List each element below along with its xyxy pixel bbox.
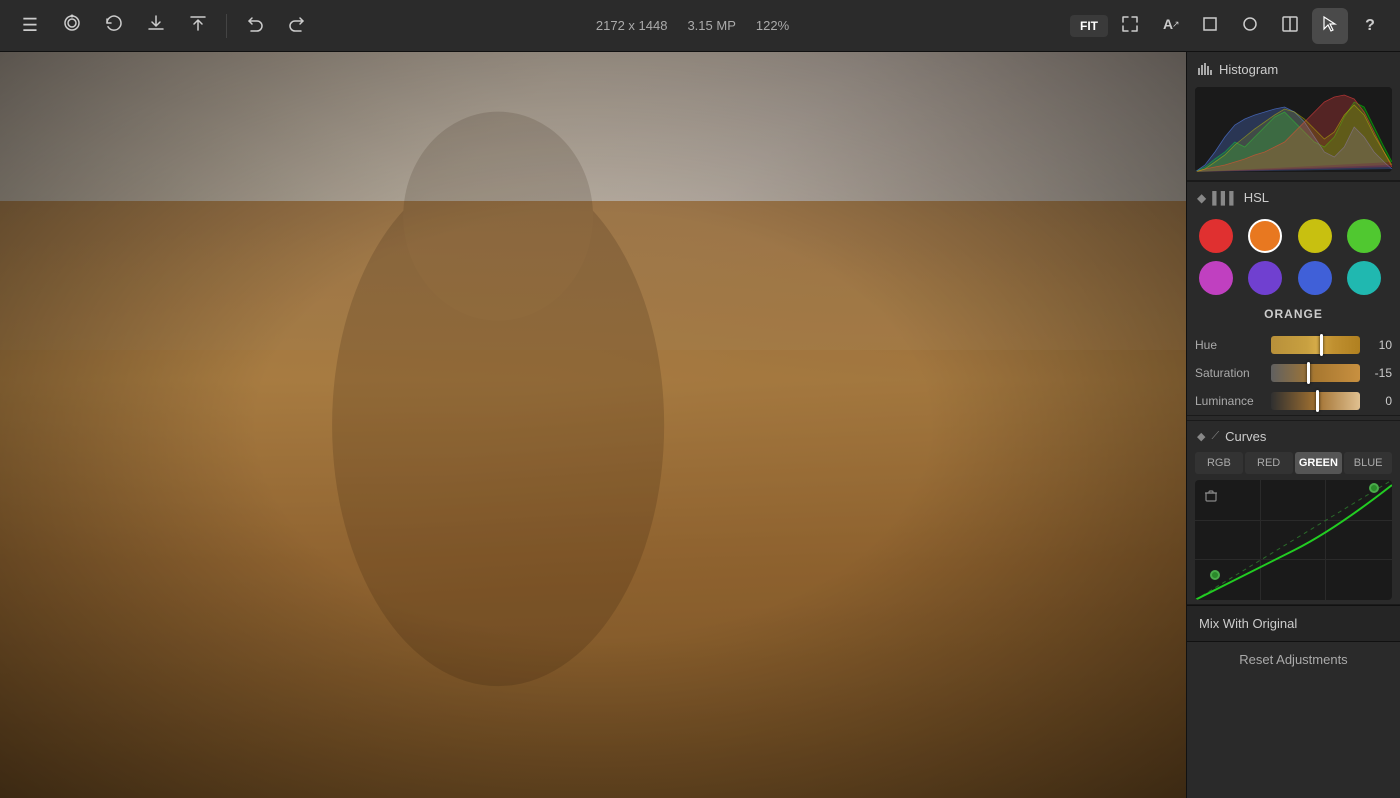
divider-2 [1187, 415, 1400, 416]
saturation-thumb[interactable] [1307, 362, 1310, 384]
circle-tool-button[interactable] [1232, 8, 1268, 44]
main-content: Histogram ◆ ▌▌▌ HSL [0, 52, 1400, 798]
text-tool-button[interactable]: A ↗ [1152, 8, 1188, 44]
saturation-value: -15 [1366, 366, 1392, 380]
curves-area [1195, 480, 1392, 600]
select-button[interactable] [1312, 8, 1348, 44]
undo-icon [245, 13, 265, 38]
svg-text:↗: ↗ [1172, 19, 1179, 29]
mix-with-original[interactable]: Mix With Original [1187, 605, 1400, 641]
help-icon: ? [1365, 17, 1375, 35]
menu-icon: ☰ [22, 15, 38, 36]
sat-track [1271, 364, 1360, 382]
curve-point-top[interactable] [1369, 483, 1379, 493]
photo-figure [0, 52, 1186, 798]
circle-icon [1241, 15, 1259, 37]
curves-icon: ⟋ [1211, 430, 1219, 443]
panel-button[interactable] [1272, 8, 1308, 44]
selected-color-label: ORANGE [1187, 305, 1400, 331]
toolbar-right: FIT A ↗ [1070, 8, 1388, 44]
swatch-violet[interactable] [1248, 261, 1282, 295]
share-button[interactable] [180, 8, 216, 44]
hue-slider-row: Hue 10 [1187, 331, 1400, 359]
hue-thumb[interactable] [1320, 334, 1323, 356]
download-button[interactable] [138, 8, 174, 44]
image-info: 2172 x 1448 3.15 MP 122% [315, 18, 1070, 33]
toolbar-left: ☰ [12, 8, 315, 44]
curves-header[interactable]: ◆ ⟋ Curves [1187, 421, 1400, 452]
crop-button[interactable] [1192, 8, 1228, 44]
swatch-orange[interactable] [1248, 219, 1282, 253]
select-icon [1321, 15, 1339, 37]
hsl-label: HSL [1244, 190, 1269, 205]
snapshot-icon [62, 13, 82, 38]
fullscreen-button[interactable] [1112, 8, 1148, 44]
tab-green[interactable]: GREEN [1295, 452, 1343, 474]
swatch-teal[interactable] [1347, 261, 1381, 295]
histogram-container [1195, 87, 1392, 172]
separator [226, 14, 227, 38]
redo-button[interactable] [279, 8, 315, 44]
crop-icon [1201, 15, 1219, 37]
hsl-header[interactable]: ◆ ▌▌▌ HSL [1187, 182, 1400, 213]
image-megapixels: 3.15 MP [687, 18, 735, 33]
photo [0, 52, 1186, 798]
redo-icon [287, 13, 307, 38]
hsl-collapse-icon: ◆ [1197, 191, 1206, 205]
curves-label: Curves [1225, 429, 1266, 444]
curves-tabs: RGB RED GREEN BLUE [1195, 452, 1392, 474]
image-area [0, 52, 1186, 798]
reset-adjustments-button[interactable]: Reset Adjustments [1187, 641, 1400, 677]
swatch-green[interactable] [1347, 219, 1381, 253]
panel-icon [1281, 15, 1299, 37]
hue-value: 10 [1366, 338, 1392, 352]
undo-button[interactable] [237, 8, 273, 44]
saturation-label: Saturation [1195, 366, 1265, 380]
share-icon [188, 13, 208, 38]
download-icon [146, 13, 166, 38]
curve-point-bottom[interactable] [1210, 570, 1220, 580]
hue-label: Hue [1195, 338, 1265, 352]
tab-red[interactable]: RED [1245, 452, 1293, 474]
fullscreen-icon [1121, 15, 1139, 37]
swatch-blue[interactable] [1298, 261, 1332, 295]
history-button[interactable] [96, 8, 132, 44]
right-panel: Histogram ◆ ▌▌▌ HSL [1186, 52, 1400, 798]
histogram-label: Histogram [1219, 62, 1278, 77]
swatch-yellow[interactable] [1298, 219, 1332, 253]
luminance-slider-row: Luminance 0 [1187, 387, 1400, 415]
history-icon [104, 13, 124, 38]
menu-button[interactable]: ☰ [12, 8, 48, 44]
swatch-red[interactable] [1199, 219, 1233, 253]
saturation-slider[interactable] [1271, 364, 1360, 382]
histogram-svg [1195, 87, 1392, 172]
bottom-section: Mix With Original Reset Adjustments [1187, 604, 1400, 677]
fit-button[interactable]: FIT [1070, 15, 1108, 37]
hue-slider[interactable] [1271, 336, 1360, 354]
histogram-icon [1197, 60, 1213, 79]
curves-section: ◆ ⟋ Curves RGB RED GREEN BLUE [1187, 420, 1400, 600]
hue-track [1271, 336, 1360, 354]
curves-svg [1195, 480, 1392, 600]
hsl-icon-bars: ▌▌▌ [1212, 191, 1238, 205]
help-button[interactable]: ? [1352, 8, 1388, 44]
luminance-slider[interactable] [1271, 392, 1360, 410]
curves-collapse-icon: ◆ [1197, 430, 1205, 443]
text-tool-icon: A ↗ [1161, 15, 1179, 37]
luminance-thumb[interactable] [1316, 390, 1319, 412]
snapshot-button[interactable] [54, 8, 90, 44]
saturation-slider-row: Saturation -15 [1187, 359, 1400, 387]
tab-rgb[interactable]: RGB [1195, 452, 1243, 474]
color-swatches [1187, 213, 1400, 305]
luminance-value: 0 [1366, 394, 1392, 408]
image-dimensions: 2172 x 1448 [596, 18, 668, 33]
image-zoom: 122% [756, 18, 789, 33]
swatch-purple[interactable] [1199, 261, 1233, 295]
histogram-header: Histogram [1187, 52, 1400, 87]
tab-blue[interactable]: BLUE [1344, 452, 1392, 474]
hsl-section: ◆ ▌▌▌ HSL ORANGE Hue [1187, 181, 1400, 415]
luminance-label: Luminance [1195, 394, 1265, 408]
toolbar: ☰ [0, 0, 1400, 52]
